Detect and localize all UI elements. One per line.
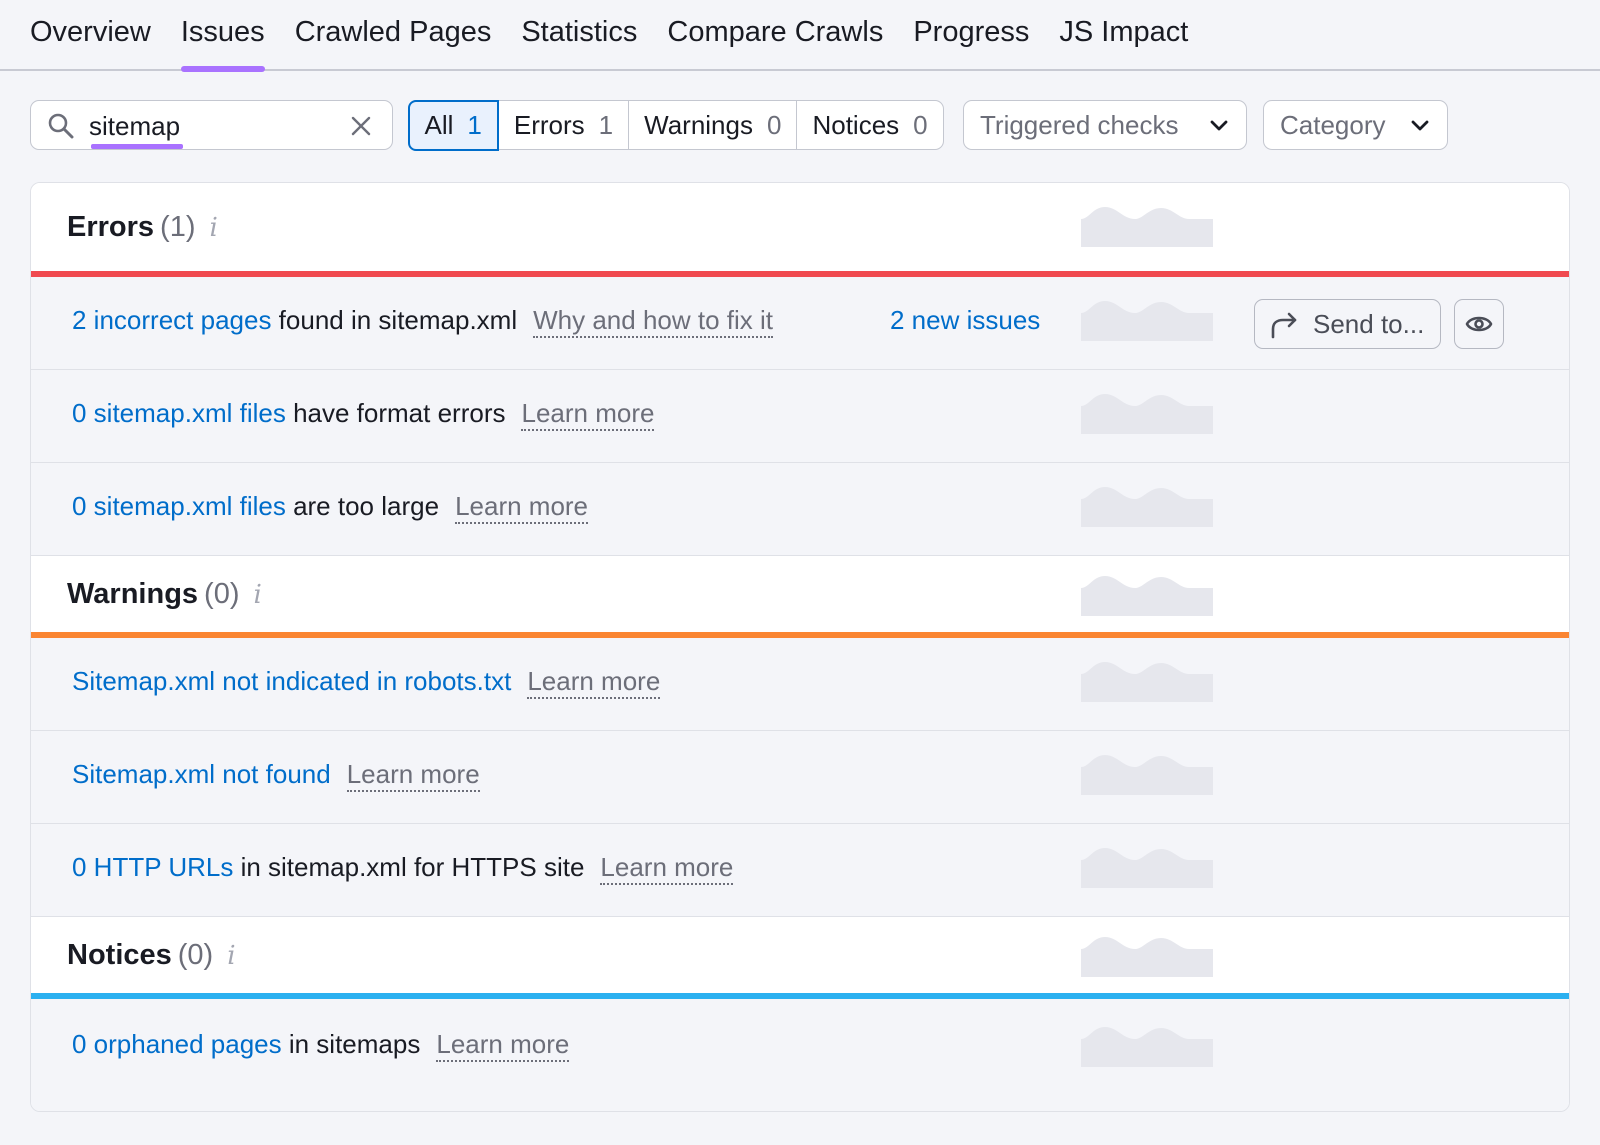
- issues-panel: Errors (1) i 2 incorrect pages found in si…: [30, 182, 1570, 1112]
- notices-count: (0): [177, 939, 214, 971]
- issue-row: 0 sitemap.xml files have format errors Le…: [31, 370, 1569, 463]
- trend-sparkline: [1081, 662, 1213, 702]
- filter-notices[interactable]: Notices 0: [797, 101, 942, 149]
- trend-sparkline: [1081, 848, 1213, 888]
- info-icon[interactable]: i: [210, 213, 218, 243]
- tab-progress[interactable]: Progress: [913, 0, 1029, 71]
- trend-sparkline: [1081, 301, 1213, 341]
- search-highlight-underline: [91, 144, 183, 149]
- learn-more-link[interactable]: Learn more: [346, 759, 480, 792]
- category-dropdown[interactable]: Category: [1263, 100, 1448, 150]
- issue-link[interactable]: 2 incorrect pages: [72, 305, 271, 335]
- warnings-section-header: Warnings (0) i: [31, 556, 1569, 636]
- issue-link[interactable]: 0 sitemap.xml files: [72, 398, 286, 428]
- issue-link[interactable]: 0 HTTP URLs: [72, 852, 233, 882]
- filter-notices-count: 0: [913, 109, 928, 140]
- search-icon: [48, 113, 74, 139]
- learn-more-link[interactable]: Learn more: [455, 491, 589, 524]
- why-and-how-to-fix-link[interactable]: Why and how to fix it: [533, 305, 774, 338]
- search-input[interactable]: [89, 109, 329, 143]
- issue-link[interactable]: 0 orphaned pages: [72, 1029, 282, 1059]
- filter-all-label: All: [424, 109, 454, 140]
- tab-js-impact[interactable]: JS Impact: [1059, 0, 1188, 71]
- severity-filter: All 1 Errors 1 Warnings 0 Notices 0: [407, 99, 944, 151]
- errors-section-title: Errors (1) i: [67, 211, 218, 244]
- issue-row: Sitemap.xml not indicated in robots.txt L…: [31, 638, 1569, 731]
- issue-row-text: 2 incorrect pages found in sitemap.xml Wh…: [72, 305, 774, 338]
- tab-statistics[interactable]: Statistics: [521, 0, 637, 71]
- new-issues-link[interactable]: 2 new issues: [890, 305, 1040, 336]
- filter-errors-count: 1: [598, 109, 614, 140]
- issue-description: have format errors: [285, 398, 506, 428]
- triggered-checks-dropdown[interactable]: Triggered checks: [963, 100, 1247, 150]
- issue-link[interactable]: 0 sitemap.xml files: [72, 491, 286, 521]
- triggered-checks-label: Triggered checks: [980, 109, 1179, 140]
- send-to-label: Send to...: [1313, 308, 1425, 339]
- issue-description: in sitemaps: [281, 1029, 421, 1059]
- notices-section-header: Notices (0) i: [31, 917, 1569, 997]
- issue-row: Sitemap.xml not found Learn more: [31, 731, 1569, 824]
- trend-sparkline: [1081, 1027, 1213, 1067]
- send-to-button[interactable]: Send to...: [1254, 299, 1441, 349]
- issue-description: are too large: [285, 491, 440, 521]
- issue-row-text: Sitemap.xml not indicated in robots.txt L…: [72, 666, 661, 699]
- learn-more-link[interactable]: Learn more: [600, 852, 734, 885]
- close-icon[interactable]: [349, 114, 373, 138]
- info-icon[interactable]: i: [227, 941, 235, 971]
- issue-row-text: Sitemap.xml not found Learn more: [72, 759, 480, 792]
- tab-issues[interactable]: Issues: [180, 0, 265, 72]
- tab-overview[interactable]: Overview: [30, 0, 151, 71]
- issue-row: 0 orphaned pages in sitemaps Learn more: [31, 999, 1569, 1111]
- issue-link[interactable]: Sitemap.xml not indicated in robots.txt: [72, 666, 511, 696]
- chevron-down-icon: [1411, 120, 1429, 131]
- trend-sparkline: [1081, 207, 1213, 247]
- filter-warnings-count: 0: [766, 109, 782, 140]
- issue-row: 0 sitemap.xml files are too large Learn m…: [31, 463, 1569, 556]
- warnings-title: Warnings: [67, 578, 199, 610]
- filter-errors-label: Errors: [513, 109, 585, 140]
- issue-row-text: 0 orphaned pages in sitemaps Learn more: [72, 1029, 570, 1062]
- trend-sparkline: [1081, 937, 1213, 977]
- filter-warnings-label: Warnings: [644, 109, 753, 140]
- trend-sparkline: [1081, 755, 1213, 795]
- eye-icon: [1465, 316, 1493, 332]
- errors-count: (1): [160, 211, 196, 243]
- category-label: Category: [1280, 109, 1386, 140]
- tab-crawled-pages[interactable]: Crawled Pages: [295, 0, 492, 71]
- filter-warnings[interactable]: Warnings 0: [629, 101, 798, 149]
- trend-sparkline: [1081, 394, 1213, 434]
- issue-description: found in sitemap.xml: [271, 305, 518, 335]
- issue-description: in sitemap.xml for HTTPS site: [233, 852, 585, 882]
- search-box: [30, 100, 393, 150]
- hide-issue-button[interactable]: [1454, 299, 1504, 349]
- filter-all[interactable]: All 1: [407, 99, 499, 151]
- top-nav: Overview Issues Crawled Pages Statistics…: [0, 0, 1600, 72]
- issue-row: 2 incorrect pages found in sitemap.xml Wh…: [31, 277, 1569, 370]
- learn-more-link[interactable]: Learn more: [436, 1029, 570, 1062]
- warnings-section-title: Warnings (0) i: [67, 578, 262, 611]
- share-arrow-icon: [1271, 312, 1297, 339]
- errors-section-header: Errors (1) i: [31, 183, 1569, 275]
- errors-title: Errors: [67, 211, 155, 243]
- issue-row: 0 HTTP URLs in sitemap.xml for HTTPS sit…: [31, 824, 1569, 917]
- warnings-count: (0): [204, 578, 240, 610]
- filter-all-count: 1: [467, 109, 482, 140]
- tab-compare-crawls[interactable]: Compare Crawls: [667, 0, 883, 71]
- issue-row-text: 0 sitemap.xml files have format errors Le…: [72, 398, 655, 431]
- trend-sparkline: [1081, 487, 1213, 527]
- notices-section-title: Notices (0) i: [67, 939, 236, 972]
- trend-sparkline: [1081, 576, 1213, 616]
- learn-more-link[interactable]: Learn more: [527, 666, 661, 699]
- notices-title: Notices: [67, 939, 172, 971]
- issue-link[interactable]: Sitemap.xml not found: [72, 759, 331, 789]
- filter-notices-label: Notices: [812, 109, 900, 140]
- info-icon[interactable]: i: [254, 580, 262, 610]
- issue-row-text: 0 HTTP URLs in sitemap.xml for HTTPS sit…: [72, 852, 734, 885]
- filter-errors[interactable]: Errors 1: [499, 101, 630, 149]
- issue-row-text: 0 sitemap.xml files are too large Learn m…: [72, 491, 589, 524]
- chevron-down-icon: [1210, 120, 1228, 131]
- learn-more-link[interactable]: Learn more: [521, 398, 655, 431]
